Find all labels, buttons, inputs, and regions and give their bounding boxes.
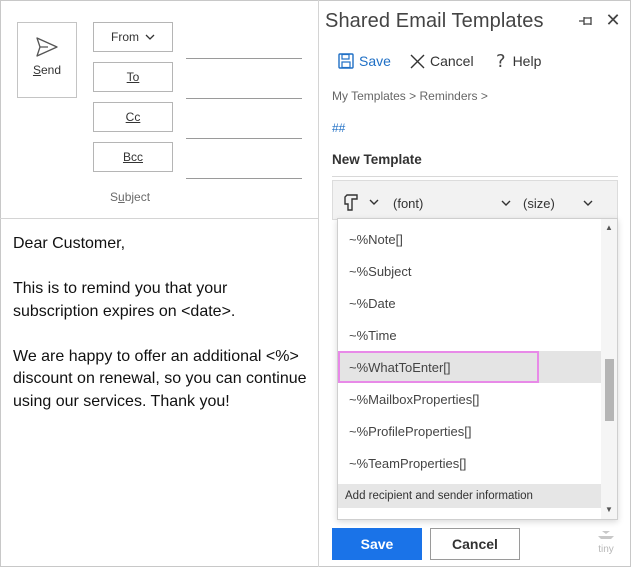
- body-paragraph-2: We are happy to offer an additional <%> …: [13, 347, 307, 410]
- toolbar-cancel-button[interactable]: Cancel: [410, 50, 474, 72]
- dropdown-item-profileproperties[interactable]: ~%ProfileProperties[]: [338, 415, 602, 447]
- to-button[interactable]: To: [93, 62, 173, 92]
- dropdown-item-teamproperties[interactable]: ~%TeamProperties[]: [338, 447, 602, 479]
- bcc-label: Bcc: [122, 150, 143, 164]
- cancel-button[interactable]: Cancel: [430, 528, 520, 560]
- scroll-up-arrow-icon[interactable]: ▲: [601, 221, 617, 235]
- hashtag-link[interactable]: ##: [332, 121, 345, 135]
- dropdown-item-note[interactable]: ~%Note[]: [338, 223, 602, 255]
- editor-toolbar: (font) (size): [332, 180, 618, 220]
- toolbar-cancel-label: Cancel: [430, 53, 474, 69]
- chevron-down-icon: [145, 34, 155, 40]
- dropdown-item-subject[interactable]: ~%Subject: [338, 255, 602, 287]
- bcc-button[interactable]: Bcc: [93, 142, 173, 172]
- breadcrumb[interactable]: My Templates > Reminders >: [332, 89, 488, 103]
- scroll-down-arrow-icon[interactable]: ▼: [601, 503, 617, 517]
- close-x-icon: [410, 54, 425, 68]
- template-name-underline: [332, 176, 618, 177]
- chevron-down-icon: [583, 200, 593, 206]
- template-name-field[interactable]: New Template: [332, 152, 422, 167]
- toolbar-help-button[interactable]: ? Help: [496, 50, 541, 72]
- cc-button[interactable]: Cc: [93, 102, 173, 132]
- svg-text:tiny: tiny: [598, 544, 614, 555]
- toolbar-save-button[interactable]: Save: [338, 50, 391, 72]
- chevron-down-icon: [369, 199, 379, 205]
- message-body[interactable]: Dear Customer, This is to remind you tha…: [13, 233, 313, 436]
- save-icon: [338, 53, 354, 69]
- subject-label: Subject: [110, 190, 151, 204]
- send-label: Send: [32, 63, 62, 77]
- from-label: From: [111, 30, 139, 44]
- body-divider: [0, 218, 319, 219]
- help-icon: ?: [496, 50, 506, 72]
- format-icon: [344, 194, 358, 211]
- scrollbar-thumb[interactable]: [605, 359, 614, 421]
- dropdown-item-mailboxproperties[interactable]: ~%MailboxProperties[]: [338, 383, 602, 415]
- close-icon[interactable]: ✕: [604, 11, 622, 29]
- pane-title: Shared Email Templates: [325, 10, 544, 32]
- pin-icon[interactable]: [578, 13, 596, 29]
- font-size-value: (size): [523, 195, 555, 211]
- templates-pane: Shared Email Templates ✕ Save Cancel ? H…: [320, 0, 631, 567]
- toolbar-save-label: Save: [359, 53, 391, 69]
- dropdown-footer-item[interactable]: Add recipient and sender information: [338, 484, 602, 508]
- format-painter-button[interactable]: [343, 191, 381, 213]
- tiny-logo-icon: tiny: [598, 531, 614, 555]
- dropdown-scrollbar[interactable]: ▲ ▼: [601, 219, 617, 519]
- compose-area: Send From To Cc Bcc Subject Dear Custome…: [0, 0, 319, 567]
- to-field[interactable]: [186, 98, 302, 99]
- dropdown-item-date[interactable]: ~%Date: [338, 287, 602, 319]
- macro-dropdown: ~%Note[] ~%Subject ~%Date ~%Time ~%WhatT…: [337, 218, 618, 520]
- send-icon: [36, 37, 58, 57]
- chevron-down-icon: [501, 200, 511, 206]
- toolbar-help-label: Help: [512, 53, 542, 69]
- font-family-value: (font): [393, 195, 424, 211]
- from-button[interactable]: From: [93, 22, 173, 52]
- dropdown-item-whattoenter[interactable]: ~%WhatToEnter[]: [338, 351, 602, 383]
- cc-field[interactable]: [186, 138, 302, 139]
- font-size-select[interactable]: (size): [523, 193, 593, 213]
- body-paragraph-1: This is to remind you that your subscrip…: [13, 280, 236, 320]
- bcc-field[interactable]: [186, 178, 302, 179]
- send-button[interactable]: Send: [17, 22, 77, 98]
- dropdown-item-time[interactable]: ~%Time: [338, 319, 602, 351]
- font-family-select[interactable]: (font): [393, 193, 511, 213]
- to-label: To: [126, 70, 140, 84]
- save-button[interactable]: Save: [332, 528, 422, 560]
- greeting-text: Dear Customer,: [13, 235, 126, 252]
- cc-label: Cc: [125, 110, 141, 124]
- from-field-line[interactable]: [186, 58, 302, 59]
